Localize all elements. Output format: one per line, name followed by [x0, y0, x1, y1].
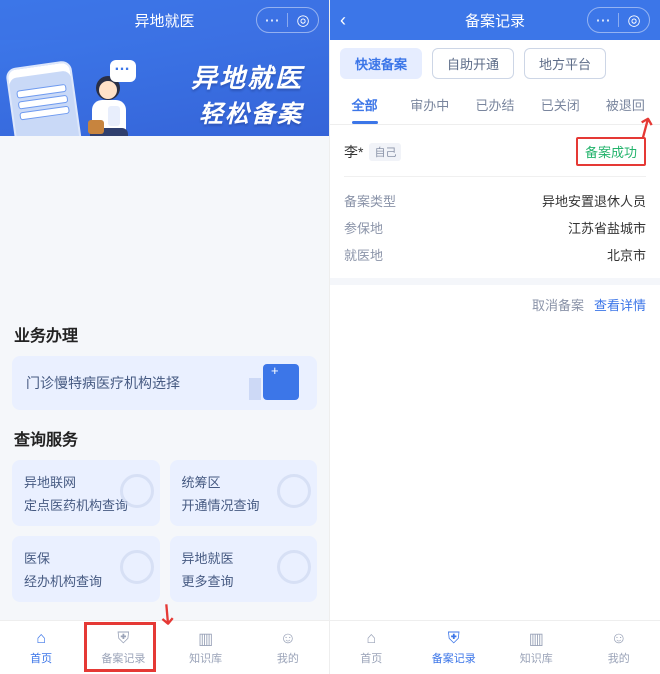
hospital-icon: [263, 364, 299, 400]
tab-home[interactable]: ⌂ 首页: [330, 621, 413, 674]
header-title: 备案记录: [465, 10, 525, 31]
tab-closed[interactable]: 已关闭: [528, 87, 593, 124]
tab-label: 知识库: [520, 650, 553, 666]
decor-icon: [120, 550, 154, 584]
query-card-network[interactable]: 异地联网 定点医药机构查询: [12, 460, 160, 526]
screen-records: ‹ 备案记录 ⋯ ◎ 快速备案 自助开通 地方平台 全部 审办中 已办结 已关闭…: [330, 0, 660, 674]
kv-val: 北京市: [607, 245, 646, 264]
query-card-agency[interactable]: 医保 经办机构查询: [12, 536, 160, 602]
tab-records[interactable]: ⛨ 备案记录: [413, 621, 496, 674]
self-badge: 自己: [369, 143, 401, 161]
pill-quick[interactable]: 快速备案: [340, 48, 422, 79]
tab-label: 我的: [608, 650, 630, 666]
close-target-icon[interactable]: ◎: [288, 8, 318, 32]
action-detail[interactable]: 查看详情: [594, 295, 646, 314]
pill-self[interactable]: 自助开通: [432, 48, 514, 79]
shield-icon: ⛨: [444, 630, 464, 648]
tab-mine[interactable]: ☺ 我的: [578, 621, 660, 674]
banner-subtitle: 轻松备案: [199, 94, 303, 129]
banner-title: 异地就医: [191, 58, 303, 95]
home-icon: ⌂: [31, 630, 51, 648]
tab-knowledge[interactable]: ▥ 知识库: [165, 621, 247, 674]
decor-icon: [277, 550, 311, 584]
bottom-tabbar: ⌂ 首页 ⛨ 备案记录 ▥ 知识库 ☺ 我的: [330, 620, 660, 674]
tab-label: 我的: [277, 650, 299, 666]
action-cancel[interactable]: 取消备案: [532, 295, 584, 314]
tab-label: 备案记录: [432, 650, 476, 666]
record-status-success: 备案成功: [576, 137, 646, 166]
book-icon: ▥: [196, 630, 216, 648]
record-actions: 取消备案 查看详情: [330, 285, 660, 324]
hero-banner: 异地就医 轻松备案 🔊 已有 11595877 人成功完成异地就医备案 异地就医…: [0, 40, 329, 136]
close-target-icon[interactable]: ◎: [619, 8, 649, 32]
kv-key: 就医地: [344, 245, 383, 264]
kv-val: 异地安置退休人员: [542, 191, 646, 210]
menu-dots-icon[interactable]: ⋯: [257, 8, 287, 32]
miniprogram-capsule[interactable]: ⋯ ◎: [256, 7, 319, 33]
header-bar: 异地就医 ⋯ ◎: [0, 0, 329, 40]
kv-row-type: 备案类型 异地安置退休人员: [344, 187, 646, 214]
header-title: 异地就医: [134, 10, 194, 31]
query-grid: 异地联网 定点医药机构查询 统筹区 开通情况查询 医保 经办机构查询 异地就医 …: [12, 460, 317, 602]
section-title-biz: 业务办理: [14, 322, 317, 346]
record-name-group: 李* 自己: [344, 142, 401, 162]
query-card-more[interactable]: 异地就医 更多查询: [170, 536, 318, 602]
tab-all[interactable]: 全部: [332, 87, 397, 124]
tab-home[interactable]: ⌂ 首页: [0, 621, 82, 674]
tab-label: 知识库: [189, 650, 222, 666]
decor-icon: [120, 474, 154, 508]
records-body: 快速备案 自助开通 地方平台 全部 审办中 已办结 已关闭 被退回 李* 自己 …: [330, 40, 660, 674]
speech-bubble-icon: [110, 60, 136, 82]
tab-done[interactable]: 已办结: [462, 87, 527, 124]
back-icon[interactable]: ‹: [340, 10, 346, 31]
record-header: 李* 自己 备案成功: [344, 137, 646, 177]
tab-label: 首页: [30, 650, 52, 666]
shield-icon: ⛨: [113, 630, 133, 648]
kv-row-treat: 就医地 北京市: [344, 241, 646, 268]
person-icon: ☺: [278, 630, 298, 648]
tab-records[interactable]: ⛨ 备案记录: [82, 621, 164, 674]
tab-label: 首页: [360, 650, 382, 666]
tab-returned[interactable]: 被退回: [593, 87, 658, 124]
tab-label: 备案记录: [101, 650, 145, 666]
tab-mine[interactable]: ☺ 我的: [247, 621, 329, 674]
home-icon: ⌂: [361, 630, 381, 648]
decor-icon: [277, 474, 311, 508]
filter-pill-row: 快速备案 自助开通 地方平台: [330, 40, 660, 87]
record-card: 李* 自己 备案成功 备案类型 异地安置退休人员 参保地 江苏省盐城市 就医地 …: [330, 125, 660, 285]
kv-val: 江苏省盐城市: [568, 218, 646, 237]
query-card-region[interactable]: 统筹区 开通情况查询: [170, 460, 318, 526]
pill-local[interactable]: 地方平台: [524, 48, 606, 79]
kv-key: 参保地: [344, 218, 383, 237]
kv-key: 备案类型: [344, 191, 396, 210]
person-icon: ☺: [609, 630, 629, 648]
menu-dots-icon[interactable]: ⋯: [588, 8, 618, 32]
header-bar: ‹ 备案记录 ⋯ ◎: [330, 0, 660, 40]
record-person-name: 李*: [344, 142, 363, 162]
screen-home: 异地就医 ⋯ ◎ 异地就医 轻松备案 🔊: [0, 0, 330, 674]
miniprogram-capsule[interactable]: ⋯ ◎: [587, 7, 650, 33]
biz-card-chronic[interactable]: 门诊慢特病医疗机构选择: [12, 356, 317, 410]
status-tabs: 全部 审办中 已办结 已关闭 被退回: [330, 87, 660, 125]
bottom-tabbar: ⌂ 首页 ⛨ 备案记录 ▥ 知识库 ☺ 我的: [0, 620, 329, 674]
section-title-query: 查询服务: [14, 426, 317, 450]
main-content: 业务办理 门诊慢特病医疗机构选择 查询服务 异地联网 定点医药机构查询 统筹区 …: [0, 306, 329, 602]
book-icon: ▥: [526, 630, 546, 648]
biz-card-label: 门诊慢特病医疗机构选择: [26, 373, 180, 393]
kv-row-insured: 参保地 江苏省盐城市: [344, 214, 646, 241]
tab-knowledge[interactable]: ▥ 知识库: [495, 621, 578, 674]
tab-processing[interactable]: 审办中: [397, 87, 462, 124]
